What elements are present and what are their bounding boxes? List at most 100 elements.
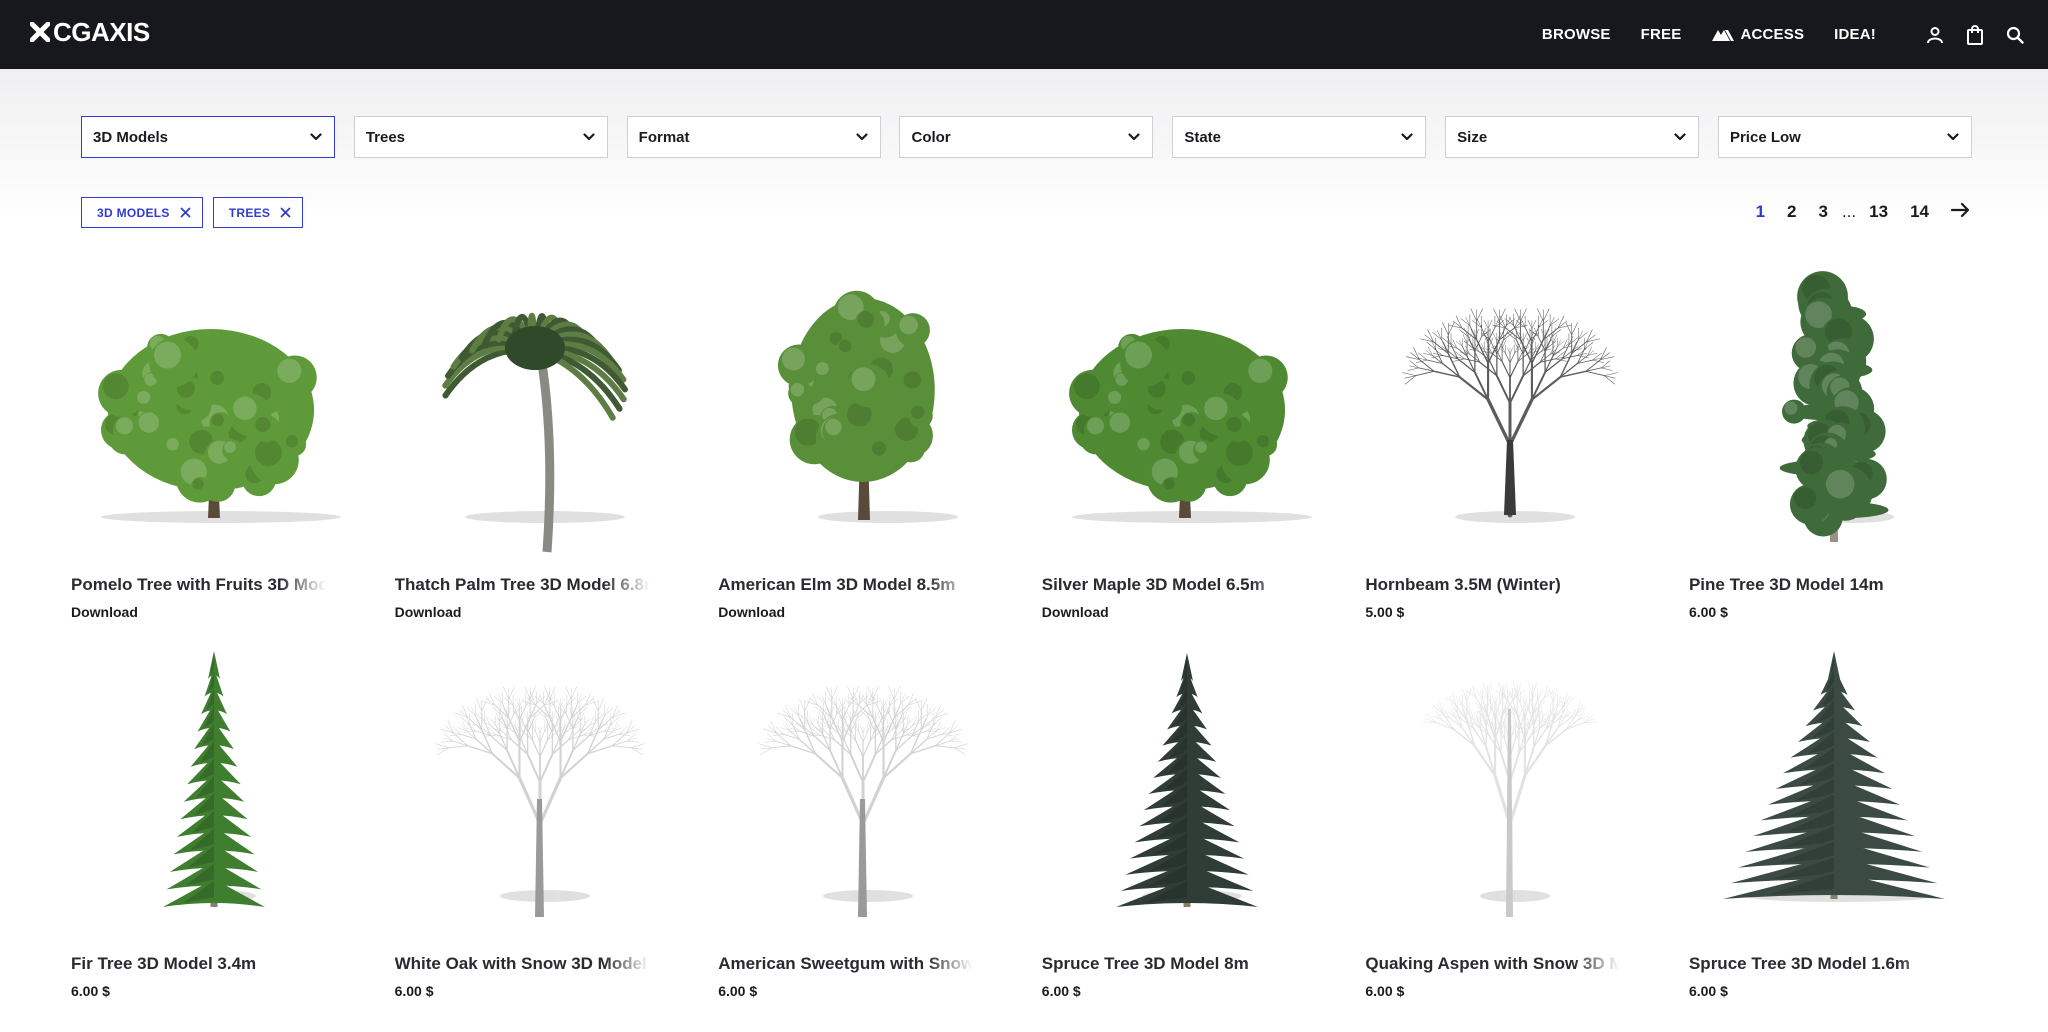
product-thumbnail[interactable] xyxy=(1042,649,1332,939)
product-title[interactable]: American Elm 3D Model 8.5m xyxy=(718,575,973,595)
nav-browse[interactable]: BROWSE xyxy=(1542,26,1611,43)
page-link-13[interactable]: 13 xyxy=(1869,202,1888,222)
product-price: 6.00 $ xyxy=(718,983,758,999)
filter-select-size[interactable]: Size xyxy=(1445,116,1700,158)
product-card[interactable]: Thatch Palm Tree 3D Model 6.8m Download xyxy=(395,270,695,620)
logo-mark-icon xyxy=(30,22,50,42)
tree-preview-image xyxy=(441,312,628,553)
product-card[interactable]: Pine Tree 3D Model 14m 6.00 $ xyxy=(1689,270,1989,620)
download-link[interactable]: Download xyxy=(71,604,138,620)
filter-select-label: Format xyxy=(638,128,690,146)
product-thumbnail[interactable] xyxy=(1365,649,1655,939)
filter-select-label: Trees xyxy=(365,128,406,146)
active-filter-chip[interactable]: 3D MODELS xyxy=(81,197,203,228)
product-card[interactable]: American Elm 3D Model 8.5m Download xyxy=(718,270,1018,620)
filter-select-color[interactable]: Color xyxy=(899,116,1154,158)
tree-preview-image xyxy=(1402,308,1619,523)
product-price: 6.00 $ xyxy=(1041,983,1081,999)
product-title[interactable]: Spruce Tree 3D Model 1.6m xyxy=(1689,954,1944,974)
top-navigation-bar: CGAXIS BROWSE FREE ACCESS IDEA! xyxy=(0,0,2048,69)
product-thumbnail[interactable] xyxy=(1689,649,1979,939)
user-icon[interactable] xyxy=(1924,24,1946,46)
product-title[interactable]: Pomelo Tree with Fruits 3D Model xyxy=(71,575,326,595)
tree-preview-image xyxy=(758,686,968,917)
product-thumbnail[interactable] xyxy=(1365,270,1655,560)
product-price: 6.00 $ xyxy=(1365,983,1405,999)
product-thumbnail[interactable] xyxy=(395,270,685,560)
product-grid: Pomelo Tree with Fruits 3D Model Download… xyxy=(71,270,1971,999)
page-link-2[interactable]: 2 xyxy=(1787,202,1796,222)
download-link[interactable]: Download xyxy=(718,604,785,620)
product-card[interactable]: White Oak with Snow 3D Model 6.00 $ xyxy=(395,649,695,999)
tree-preview-image xyxy=(1423,682,1598,917)
close-icon[interactable] xyxy=(180,207,191,218)
product-card[interactable]: Spruce Tree 3D Model 1.6m 6.00 $ xyxy=(1689,649,1989,999)
product-thumbnail[interactable] xyxy=(71,270,361,560)
product-title[interactable]: Silver Maple 3D Model 6.5m xyxy=(1042,575,1297,595)
product-price: 6.00 $ xyxy=(394,983,434,999)
logo-text: CGAXIS xyxy=(53,16,150,47)
filter-select-trees[interactable]: Trees xyxy=(353,116,608,158)
product-card[interactable]: American Sweetgum with Snow 3D Model 6.00… xyxy=(718,649,1018,999)
product-card[interactable]: Fir Tree 3D Model 3.4m 6.00 $ xyxy=(71,649,371,999)
product-card[interactable]: Spruce Tree 3D Model 8m 6.00 $ xyxy=(1042,649,1342,999)
active-filter-chip[interactable]: TREES xyxy=(212,197,304,228)
close-icon[interactable] xyxy=(280,207,291,218)
nav-free[interactable]: FREE xyxy=(1641,26,1682,43)
product-thumbnail[interactable] xyxy=(1042,270,1332,560)
product-thumbnail[interactable] xyxy=(71,649,361,939)
header-actions xyxy=(1906,24,2026,46)
product-card[interactable]: Pomelo Tree with Fruits 3D Model Download xyxy=(71,270,371,620)
nav-idea[interactable]: IDEA! xyxy=(1834,26,1876,43)
active-filter-chips: 3D MODELS TREES xyxy=(81,197,313,228)
chip-label: TREES xyxy=(228,205,271,220)
nav-access-label: ACCESS xyxy=(1740,26,1805,43)
chevron-down-icon xyxy=(583,133,595,141)
product-card[interactable]: Silver Maple 3D Model 6.5m Download xyxy=(1042,270,1342,620)
page-link-1[interactable]: 1 xyxy=(1756,202,1765,222)
product-thumbnail[interactable] xyxy=(718,270,1008,560)
product-card[interactable]: Hornbeam 3.5M (Winter) 5.00 $ xyxy=(1365,270,1665,620)
product-price: 6.00 $ xyxy=(71,983,110,999)
chevron-down-icon xyxy=(310,133,322,141)
filter-select-state[interactable]: State xyxy=(1172,116,1427,158)
cgaxis-logo[interactable]: CGAXIS xyxy=(30,17,150,47)
download-link[interactable]: Download xyxy=(1042,604,1109,620)
product-title[interactable]: Thatch Palm Tree 3D Model 6.8m xyxy=(395,575,650,595)
filter-select-price-low[interactable]: Price Low xyxy=(1717,116,1972,158)
tree-preview-image xyxy=(435,686,644,917)
page-ellipsis: ... xyxy=(1841,202,1857,221)
access-mountains-icon xyxy=(1712,29,1735,41)
product-price: 5.00 $ xyxy=(1365,604,1405,620)
product-thumbnail[interactable] xyxy=(718,649,1008,939)
filter-select-format[interactable]: Format xyxy=(626,116,881,158)
search-icon[interactable] xyxy=(2004,24,2026,46)
product-title[interactable]: Quaking Aspen with Snow 3D Model xyxy=(1365,954,1620,974)
product-card[interactable]: Quaking Aspen with Snow 3D Model 6.00 $ xyxy=(1365,649,1665,999)
page-link-3[interactable]: 3 xyxy=(1819,202,1828,222)
chevron-down-icon xyxy=(1128,133,1141,141)
page-link-14[interactable]: 14 xyxy=(1910,202,1929,222)
chevron-down-icon xyxy=(1401,133,1413,141)
chip-label: 3D MODELS xyxy=(97,205,170,220)
tree-preview-image xyxy=(1779,271,1894,542)
filter-select-3d-models[interactable]: 3D Models xyxy=(81,116,335,158)
main-nav: BROWSE FREE ACCESS IDEA! xyxy=(1542,0,2048,69)
nav-access[interactable]: ACCESS xyxy=(1711,26,1804,43)
product-thumbnail[interactable] xyxy=(395,649,685,939)
product-thumbnail[interactable] xyxy=(1689,270,1979,560)
product-title[interactable]: American Sweetgum with Snow 3D Model xyxy=(718,954,973,974)
bag-icon[interactable] xyxy=(1964,24,1986,46)
product-title[interactable]: White Oak with Snow 3D Model xyxy=(395,954,650,974)
product-title[interactable]: Hornbeam 3.5M (Winter) xyxy=(1365,575,1620,595)
next-page-arrow-icon[interactable] xyxy=(1950,202,1971,223)
filter-select-label: Color xyxy=(911,128,951,146)
filter-bar: 3D Models Trees Format Color State Size Price … xyxy=(81,116,1972,158)
filter-select-label: Size xyxy=(1457,128,1488,146)
product-title[interactable]: Pine Tree 3D Model 14m xyxy=(1689,575,1944,595)
product-title[interactable]: Spruce Tree 3D Model 8m xyxy=(1042,954,1297,974)
product-title[interactable]: Fir Tree 3D Model 3.4m xyxy=(71,954,326,974)
download-link[interactable]: Download xyxy=(395,604,462,620)
pagination: 1 2 3... 13 14 xyxy=(1734,198,1971,226)
nav-free-label: FREE xyxy=(1640,26,1682,43)
